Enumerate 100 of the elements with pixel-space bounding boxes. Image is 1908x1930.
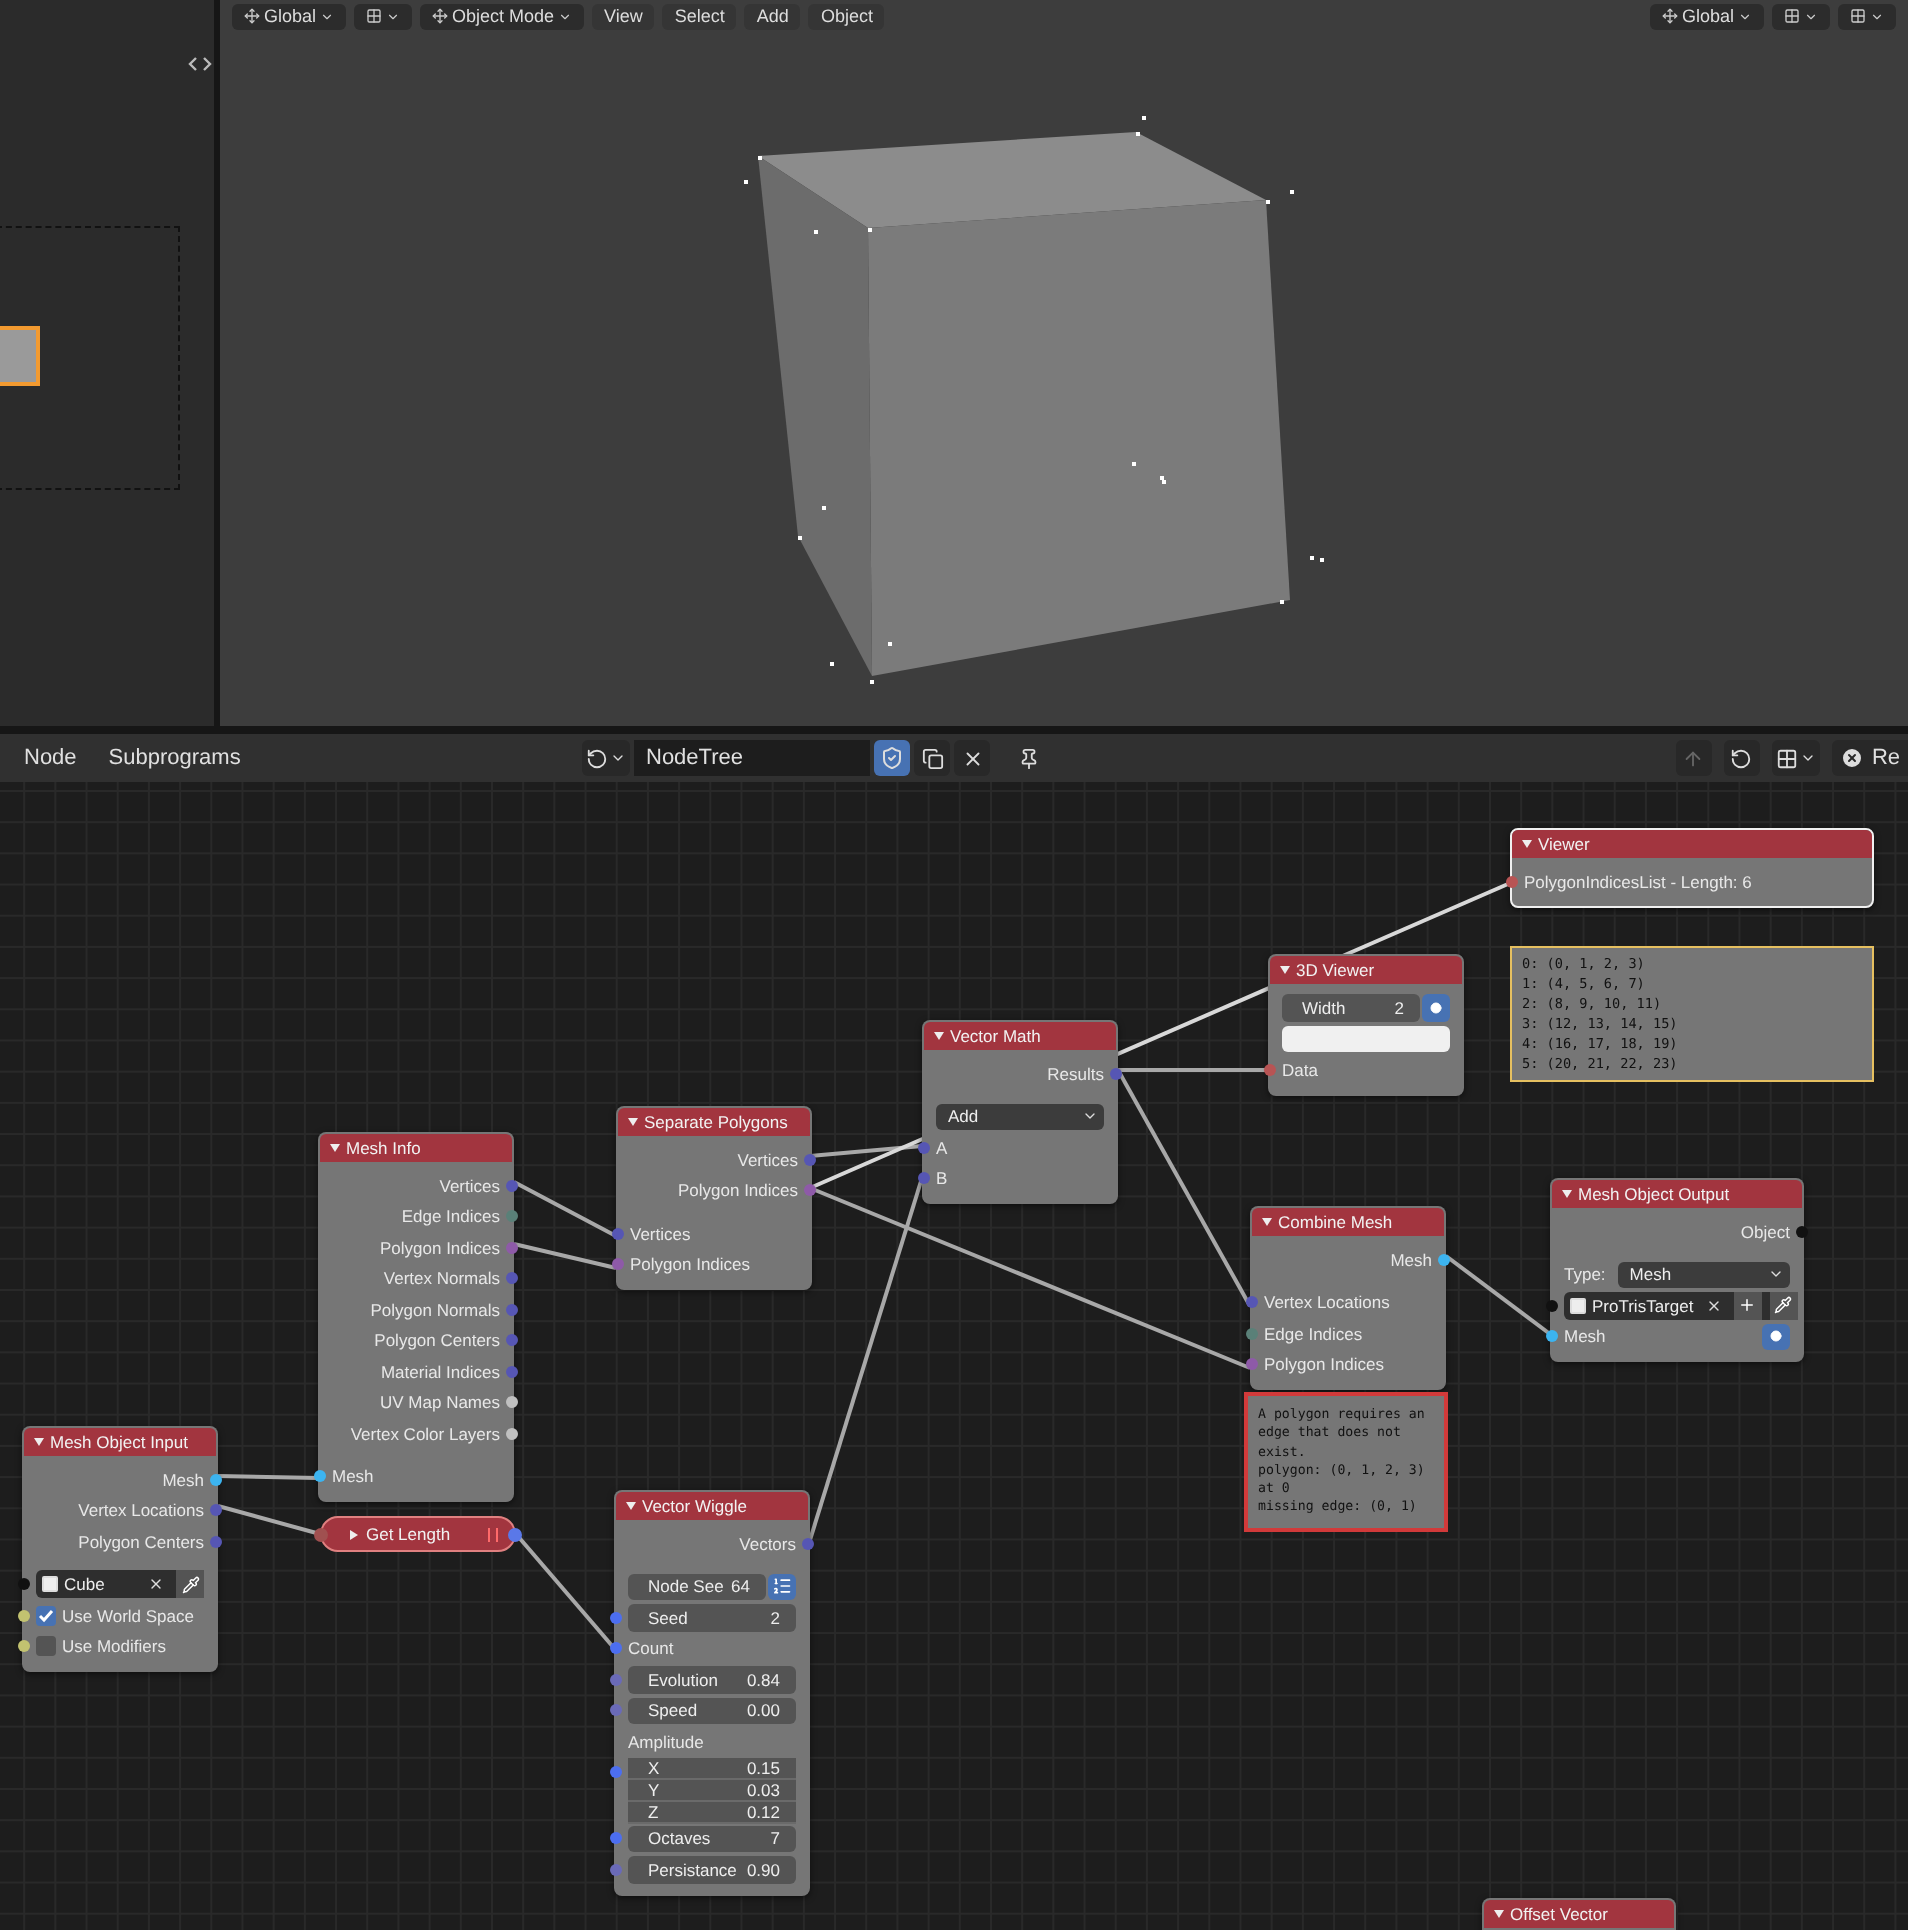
checkbox[interactable] <box>36 1605 56 1626</box>
socket-dot[interactable] <box>506 1210 518 1222</box>
vector-component-field[interactable]: Y 0.03 <box>628 1779 796 1801</box>
caret-icon[interactable] <box>934 1032 944 1040</box>
dropdown[interactable]: Global <box>232 3 347 29</box>
socket-dot[interactable] <box>610 1766 622 1778</box>
caret-icon[interactable] <box>330 1144 340 1152</box>
socket-dot[interactable] <box>612 1227 624 1239</box>
caret-icon[interactable] <box>626 1502 636 1510</box>
number-field[interactable]: Width 2 <box>1282 994 1420 1021</box>
number-field[interactable]: Persistance 0.90 <box>628 1856 796 1883</box>
socket-dot[interactable] <box>918 1172 930 1184</box>
node-panel[interactable]: Vector Math Results Add A B <box>922 1020 1118 1204</box>
socket-dot[interactable] <box>314 1528 328 1542</box>
number-field[interactable]: Speed 0.00 <box>628 1697 796 1724</box>
tree-name-field[interactable]: NodeTree <box>634 740 870 776</box>
socket-dot[interactable] <box>804 1153 816 1165</box>
socket-dot[interactable] <box>1246 1358 1258 1370</box>
number-field[interactable]: Evolution 0.84 <box>628 1666 796 1693</box>
icon-dropdown[interactable] <box>1772 3 1830 29</box>
object-field[interactable]: Cube <box>36 1570 204 1599</box>
icon-dropdown[interactable] <box>354 3 413 29</box>
socket-dot[interactable] <box>1546 1299 1558 1311</box>
collapse-arrows-icon[interactable] <box>188 56 212 72</box>
object-field[interactable]: ProTrisTarget <box>1564 1291 1798 1320</box>
menu-item[interactable]: Node <box>16 746 85 770</box>
socket-dot[interactable] <box>918 1141 930 1153</box>
socket-dot[interactable] <box>610 1863 622 1875</box>
vector-component-field[interactable]: X 0.15 <box>628 1757 796 1779</box>
caret-icon[interactable] <box>1262 1218 1272 1226</box>
socket-dot[interactable] <box>612 1258 624 1270</box>
node-panel[interactable]: Mesh Object Input Mesh Vertex Locations Polygon Centers Cube Use World Space Use Modifiers <box>22 1426 218 1672</box>
node-panel[interactable]: 3D Viewer Width 2 Data <box>1268 954 1464 1095</box>
parent-button[interactable] <box>1675 740 1712 776</box>
socket-dot[interactable] <box>18 1640 30 1652</box>
socket-dot[interactable] <box>1506 875 1518 887</box>
close-button[interactable] <box>954 740 990 776</box>
number-field[interactable]: Node See 64 <box>628 1573 766 1600</box>
icon-dropdown[interactable] <box>1838 3 1896 29</box>
socket-dot[interactable] <box>506 1179 518 1191</box>
node-header[interactable]: Mesh Object Output <box>1552 1180 1802 1208</box>
3d-viewport[interactable]: Global Object Mode View Select Add Object Global <box>220 0 1908 726</box>
socket-dot[interactable] <box>1246 1327 1258 1339</box>
menu-item[interactable]: Subprograms <box>100 746 249 770</box>
number-field[interactable]: Seed 2 <box>628 1604 796 1631</box>
node-panel[interactable]: Separate Polygons Vertices Polygon Indices Vertices Polygon Indices <box>616 1106 812 1290</box>
caret-icon[interactable] <box>350 1529 358 1539</box>
menu-item[interactable]: Object <box>808 3 885 29</box>
toggle-button[interactable] <box>1422 994 1450 1021</box>
collapsed-node[interactable]: Get Length <box>320 1516 516 1552</box>
socket-dot[interactable] <box>506 1272 518 1284</box>
node-panel[interactable]: Mesh Info Vertices Edge Indices Polygon Indices Vertex Normals Polygon Normals Polygon Centers Material Indices UV Map Names Vertex Color Layers Mesh <box>318 1132 514 1502</box>
node-panel[interactable]: Viewer PolygonIndicesList - Length: 6 <box>1510 828 1874 907</box>
socket-dot[interactable] <box>1246 1296 1258 1308</box>
eyedropper-button[interactable] <box>174 1570 204 1599</box>
close-icon[interactable] <box>1705 1297 1722 1314</box>
socket-dot[interactable] <box>1546 1330 1558 1342</box>
vector-component-field[interactable]: Z 0.12 <box>628 1801 796 1823</box>
socket-dot[interactable] <box>802 1537 814 1549</box>
dropdown[interactable]: Add <box>936 1103 1104 1130</box>
menu-item[interactable]: Add <box>744 3 801 29</box>
overlay-button[interactable] <box>1723 740 1760 776</box>
node-panel[interactable]: Mesh Object Output Object Type: Mesh ProTrisTarget Mesh <box>1550 1178 1804 1362</box>
object-thumbnail[interactable] <box>0 326 40 386</box>
socket-dot[interactable] <box>210 1535 222 1547</box>
socket-dot[interactable] <box>506 1241 518 1253</box>
caret-icon[interactable] <box>34 1438 44 1446</box>
node-panel[interactable]: Vector Wiggle Vectors Node See 64 Seed 2 Count Evolution 0.84 Speed 0.00 Amplitude X 0.15 Y 0.03 Z 0.12 Octaves 7 Persistance 0.90 <box>614 1490 810 1895</box>
socket-dot[interactable] <box>210 1473 222 1485</box>
number-field[interactable]: Octaves 7 <box>628 1825 796 1852</box>
dropdown[interactable]: Mesh <box>1617 1261 1790 1288</box>
input-field[interactable] <box>1282 1025 1450 1052</box>
socket-dot[interactable] <box>314 1470 326 1482</box>
socket-dot[interactable] <box>506 1365 518 1377</box>
snap-dropdown[interactable] <box>1771 740 1820 776</box>
toggle-button[interactable] <box>1762 1323 1790 1350</box>
node-header[interactable]: 3D Viewer <box>1270 956 1462 984</box>
socket-dot[interactable] <box>610 1611 622 1623</box>
socket-dot[interactable] <box>804 1184 816 1196</box>
cube-drawing[interactable] <box>744 116 1324 684</box>
socket-dot[interactable] <box>508 1528 522 1542</box>
node-header[interactable]: Combine Mesh <box>1252 1208 1444 1236</box>
socket-dot[interactable] <box>610 1832 622 1844</box>
list-button[interactable] <box>768 1573 796 1600</box>
socket-dot[interactable] <box>1110 1067 1122 1079</box>
socket-dot[interactable] <box>210 1504 222 1516</box>
checkbox[interactable] <box>36 1636 56 1657</box>
tree-type-dropdown[interactable] <box>582 740 630 776</box>
socket-dot[interactable] <box>506 1427 518 1439</box>
node-panel[interactable]: Combine Mesh Mesh Vertex Locations Edge Indices Polygon Indices <box>1250 1206 1446 1390</box>
node-header[interactable]: Vector Math <box>924 1022 1116 1050</box>
reset-button[interactable]: Re <box>1831 740 1908 776</box>
menu-item[interactable]: View <box>592 3 655 29</box>
node-header[interactable]: Mesh Info <box>320 1134 512 1162</box>
shield-button[interactable] <box>874 740 910 776</box>
socket-dot[interactable] <box>610 1704 622 1716</box>
socket-dot[interactable] <box>1264 1063 1276 1075</box>
menu-item[interactable]: Select <box>662 3 737 29</box>
socket-dot[interactable] <box>610 1673 622 1685</box>
caret-icon[interactable] <box>1522 840 1532 848</box>
